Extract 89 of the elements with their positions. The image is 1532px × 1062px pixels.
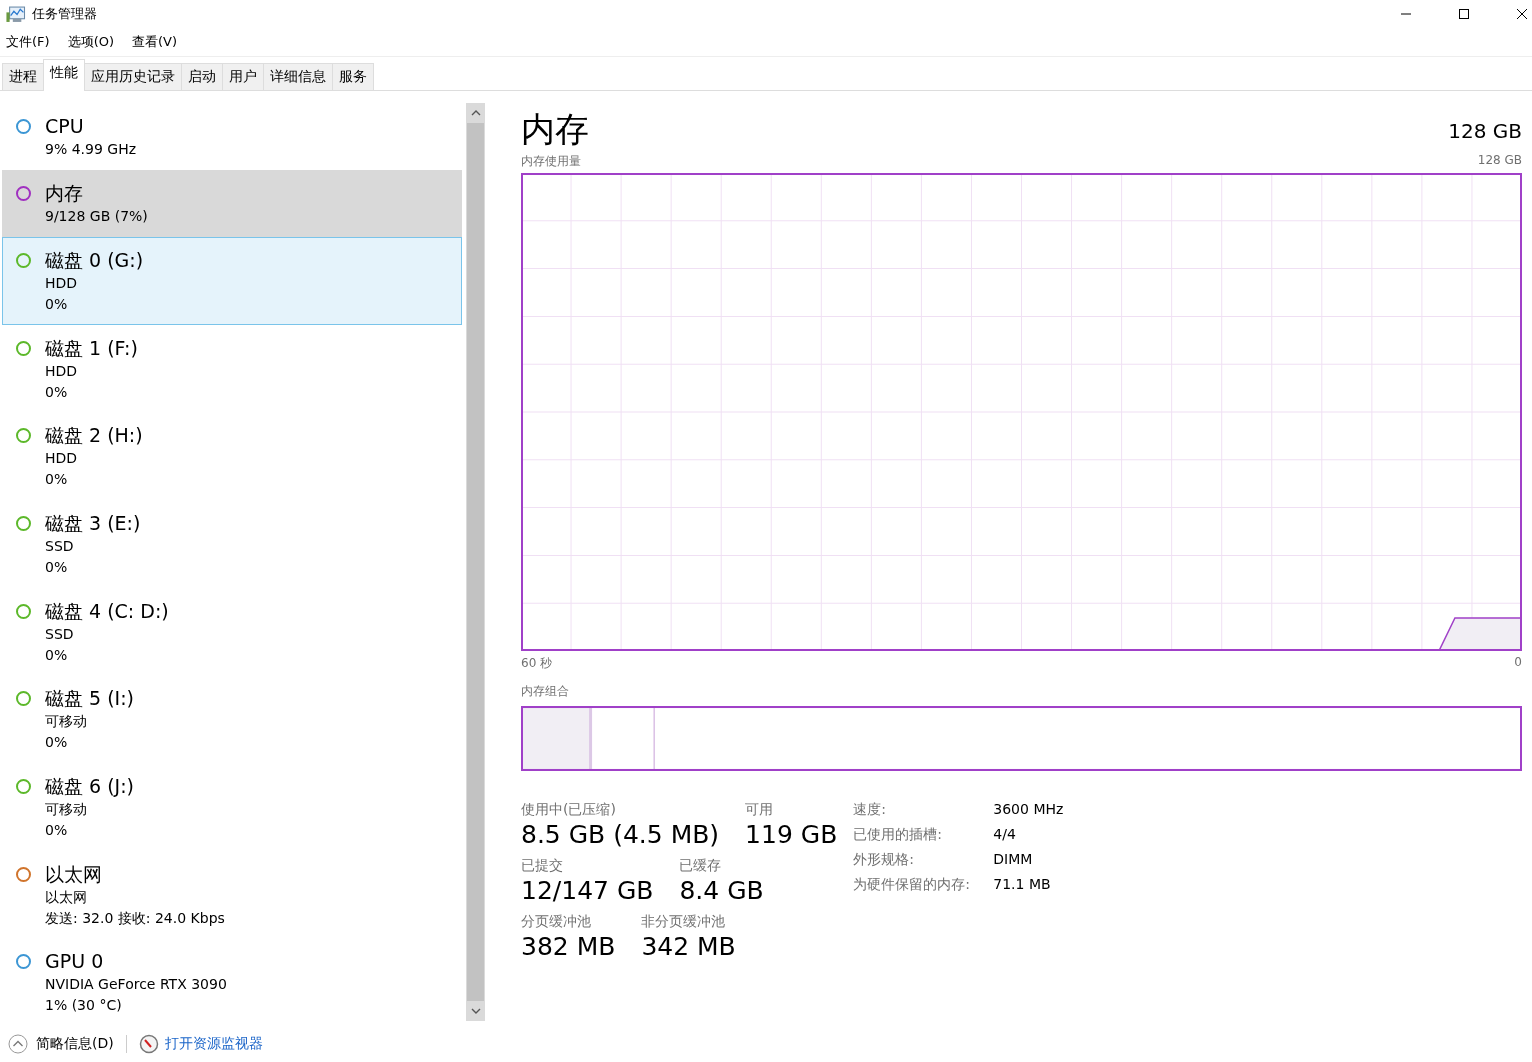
- close-icon[interactable]: [1516, 8, 1528, 20]
- item-detail: 9% 4.99 GHz: [45, 140, 136, 159]
- item-detail: 9/128 GB (7%): [45, 207, 148, 227]
- summary-button[interactable]: 简略信息(D): [8, 1034, 114, 1054]
- sidebar-item[interactable]: CPU 9% 4.99 GHz: [2, 103, 462, 171]
- item-detail: 可移动: [45, 800, 88, 820]
- sidebar-item[interactable]: 磁盘 2 (H:) HDD 0%: [2, 412, 462, 501]
- composition-label: 内存组合: [521, 683, 570, 700]
- detail-label: 速度:: [853, 801, 887, 819]
- sidebar-item[interactable]: GPU 0 NVIDIA GeForce RTX 3090 1% (30 °C): [2, 938, 462, 1027]
- item-detail: 1% (30 °C): [45, 996, 123, 1016]
- item-name: 磁盘 1 (F:): [45, 335, 138, 361]
- gauge-icon: [138, 1034, 159, 1054]
- item-detail: HDD: [45, 449, 79, 469]
- item-name: 内存: [45, 181, 84, 207]
- menu-item[interactable]: 选项(O): [67, 33, 114, 51]
- tab[interactable]: 服务: [332, 63, 374, 90]
- detail-value: 4/4: [993, 826, 1017, 844]
- item-name: GPU 0: [45, 949, 105, 975]
- item-detail: 0%: [45, 733, 69, 753]
- stat-label: 分页缓冲池: [521, 913, 592, 931]
- stat-value: 8.5 GB (4.5 MB): [521, 819, 720, 851]
- panel-title: 内存: [521, 109, 589, 149]
- menu-item[interactable]: 文件(F): [6, 33, 50, 51]
- tab[interactable]: 进程: [2, 63, 44, 90]
- item-detail: 0%: [45, 295, 69, 315]
- stat-label: 非分页缓冲池: [641, 913, 727, 931]
- graph-max-label: 128 GB: [1477, 153, 1522, 169]
- stat-value: 8.4 GB: [679, 875, 764, 907]
- graph-time-end: 0: [1514, 655, 1522, 671]
- scroll-up-icon[interactable]: [470, 110, 481, 116]
- stat-value: 119 GB: [745, 819, 838, 851]
- item-name: 磁盘 3 (E:): [45, 511, 141, 537]
- sidebar-item[interactable]: 磁盘 1 (F:) HDD 0%: [2, 324, 462, 413]
- item-name: 磁盘 5 (I:): [45, 686, 134, 712]
- tab[interactable]: 性能: [43, 59, 85, 91]
- sidebar-item[interactable]: 磁盘 5 (I:) 可移动 0%: [2, 675, 462, 764]
- sidebar-item[interactable]: 磁盘 4 (C: D:) SSD 0%: [2, 587, 462, 676]
- stat-label: 已提交: [521, 857, 564, 875]
- stat-label: 可用: [745, 801, 775, 819]
- stat-value: 382 MB: [521, 931, 616, 963]
- item-detail: NVIDIA GeForce RTX 3090: [45, 975, 227, 995]
- maximize-icon[interactable]: [1458, 8, 1470, 20]
- detail-label: 为硬件保留的内存:: [853, 876, 971, 894]
- sidebar-item[interactable]: 磁盘 6 (J:) 可移动 0%: [2, 763, 462, 851]
- sidebar-item[interactable]: 磁盘 0 (G:) HDD 0%: [2, 237, 462, 325]
- graph-time-start: 60 秒: [521, 655, 553, 672]
- item-detail: 0%: [45, 470, 69, 490]
- tab[interactable]: 用户: [222, 63, 264, 90]
- stat-label: 已缓存: [679, 857, 723, 875]
- total-memory: 128 GB: [1448, 119, 1522, 145]
- sidebar-item[interactable]: 以太网 以太网 发送: 32.0 接收: 24.0 Kbps: [2, 850, 462, 939]
- tab[interactable]: 启动: [181, 63, 223, 90]
- stat-value: 12/147 GB: [521, 875, 654, 907]
- item-detail: HDD: [45, 361, 79, 381]
- item-detail: 0%: [45, 382, 69, 402]
- detail-value: DIMM: [993, 851, 1034, 869]
- detail-label: 外形规格:: [853, 851, 915, 869]
- item-detail: HDD: [45, 274, 79, 294]
- item-detail: 可移动: [45, 712, 88, 732]
- monitor-chart-icon: [6, 5, 26, 23]
- item-name: 以太网: [45, 861, 103, 887]
- window-title: 任务管理器: [32, 5, 97, 23]
- item-name: 磁盘 4 (C: D:): [45, 598, 169, 624]
- item-name: 磁盘 0 (G:): [45, 248, 144, 274]
- graph-label: 内存使用量: [521, 153, 581, 170]
- item-name: 磁盘 2 (H:): [45, 423, 143, 449]
- sidebar-item[interactable]: 磁盘 3 (E:) SSD 0%: [2, 500, 462, 588]
- menu-item[interactable]: 查看(V): [132, 33, 178, 51]
- item-detail: SSD: [45, 624, 75, 644]
- detail-value: 3600 MHz: [993, 801, 1064, 819]
- item-name: CPU: [45, 114, 85, 139]
- chevron-up-icon: [8, 1034, 28, 1054]
- tab[interactable]: 应用历史记录: [84, 63, 182, 90]
- detail-value: 71.1 MB: [993, 876, 1052, 894]
- item-name: 磁盘 6 (J:): [45, 774, 134, 800]
- sidebar-item[interactable]: 内存 9/128 GB (7%): [2, 170, 462, 238]
- item-detail: 以太网: [45, 887, 88, 907]
- item-detail: SSD: [45, 537, 75, 557]
- stat-label: 使用中(已压缩): [521, 801, 617, 819]
- item-detail: 0%: [45, 821, 69, 841]
- stat-value: 342 MB: [641, 931, 736, 963]
- scroll-down-icon[interactable]: [470, 1008, 481, 1014]
- item-detail: 0%: [45, 558, 69, 578]
- item-detail: 0%: [45, 645, 69, 665]
- tab[interactable]: 详细信息: [263, 63, 333, 90]
- resource-monitor-link[interactable]: 打开资源监视器: [164, 1035, 263, 1053]
- item-detail: 发送: 32.0 接收: 24.0 Kbps: [45, 908, 225, 928]
- detail-label: 已使用的插槽:: [853, 826, 943, 844]
